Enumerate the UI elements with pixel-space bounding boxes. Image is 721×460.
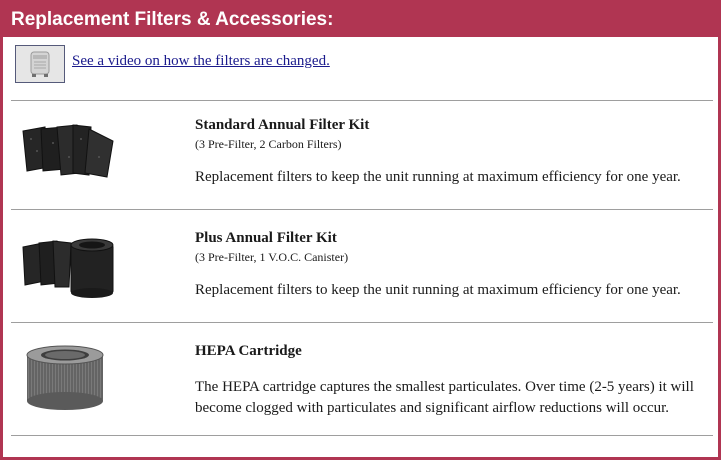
item-subtitle: (3 Pre-Filter, 2 Carbon Filters): [195, 137, 342, 151]
standard-filter-kit-image: [17, 117, 117, 191]
item-description: Replacement filters to keep the unit run…: [195, 282, 681, 298]
item-description: Replacement filters to keep the unit run…: [195, 169, 681, 185]
video-link[interactable]: See a video on how the filters are chang…: [72, 53, 330, 70]
air-purifier-unit-icon: [16, 46, 64, 82]
item-title: Plus Annual Filter Kit: [195, 230, 337, 246]
hepa-cartridge-image: [17, 341, 117, 415]
divider: [11, 209, 713, 210]
divider: [11, 100, 713, 101]
accessories-panel: Replacement Filters & Accessories: See a…: [0, 0, 721, 460]
video-thumbnail-button[interactable]: [15, 45, 65, 83]
item-subtitle: (3 Pre-Filter, 1 V.O.C. Canister): [195, 250, 349, 264]
item-title: Standard Annual Filter Kit: [195, 117, 370, 133]
item-description: The HEPA cartridge captures the smallest…: [195, 379, 694, 416]
panel-header: Replacement Filters & Accessories:: [3, 3, 718, 37]
item-title: HEPA Cartridge: [195, 343, 302, 359]
divider: [11, 435, 713, 436]
plus-filter-kit-image: [17, 231, 117, 305]
divider: [11, 322, 713, 323]
